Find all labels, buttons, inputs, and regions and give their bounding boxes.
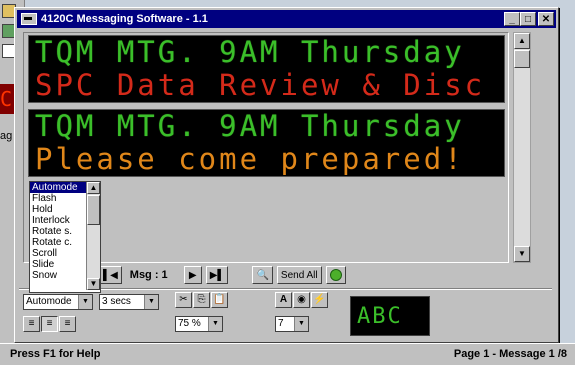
last-message-button[interactable]: ▶▌ [205,266,229,284]
list-scroll-thumb[interactable] [87,195,100,225]
paste-icon[interactable]: 📋 [211,292,228,308]
align-center-button[interactable]: ≡ [41,316,58,332]
mode-select-value: Automode [26,296,72,307]
led-panel-2[interactable]: TQM MTG. 9AM Thursday Please come prepar… [28,109,505,177]
status-help-text: Press F1 for Help [10,348,101,360]
led-preview: ABC [350,296,430,336]
list-scroll-down-icon[interactable]: ▼ [87,278,100,290]
led-panel-1-line-2: SPC Data Review & Disc [35,68,486,102]
scroll-up-icon[interactable]: ▲ [514,33,530,49]
scroll-down-icon[interactable]: ▼ [514,246,530,262]
title-bar[interactable]: 4120C Messaging Software - 1.1 _ □ ✕ [17,10,556,28]
main-window: 4120C Messaging Software - 1.1 _ □ ✕ TQM… [14,7,559,343]
first-message-button[interactable]: ▌◀ [99,266,122,284]
led-panel-2-line-1: TQM MTG. 9AM Thursday [35,109,465,143]
message-navigation: ▌◀ Msg : 1 ▶ ▶▌ 🔍 Send All [99,265,346,285]
led-panel-2-line-2: Please come prepared! [35,142,465,176]
close-button[interactable]: ✕ [538,12,554,26]
message-counter: Msg : 1 [129,269,168,281]
window-controls: _ □ ✕ [504,12,554,26]
send-all-button[interactable]: Send All [276,266,322,284]
desktop-icon-label: ag [0,130,13,142]
minimize-button[interactable]: _ [504,12,520,26]
led-panel-1-line-1: TQM MTG. 9AM Thursday [35,35,465,69]
font-icon[interactable]: A [275,292,292,308]
status-page-info: Page 1 - Message 1 /8 [453,348,567,360]
color-palette-icon[interactable]: ◉ [293,292,310,308]
maximize-button[interactable]: □ [520,12,536,26]
effects-icon[interactable]: ⚡ [311,292,328,308]
time-select[interactable]: 3 secs ▼ [99,294,159,310]
app-icon[interactable] [21,13,37,25]
align-right-button[interactable]: ≡ [59,316,76,332]
mode-select[interactable]: Automode ▼ [23,294,93,310]
next-message-button[interactable]: ▶ [183,266,202,284]
chevron-down-icon[interactable]: ▼ [208,317,222,331]
preview-page-icon[interactable]: 🔍 [252,266,273,284]
mode-dropdown-list[interactable]: Automode Flash Hold Interlock Rotate s. … [29,181,101,293]
font-size-select[interactable]: 7 ▼ [275,316,309,332]
send-status-button[interactable] [325,266,346,284]
led-panel-1[interactable]: TQM MTG. 9AM Thursday SPC Data Review & … [28,35,505,103]
chevron-down-icon[interactable]: ▼ [78,295,92,309]
mode-list-scrollbar[interactable]: ▲ ▼ [86,182,100,290]
chevron-down-icon[interactable]: ▼ [294,317,308,331]
status-light-icon [329,269,342,281]
zoom-select-value: 75 % [178,318,201,329]
time-select-value: 3 secs [102,296,131,307]
scroll-thumb[interactable] [514,50,530,68]
window-title: 4120C Messaging Software - 1.1 [41,13,208,25]
cut-icon[interactable]: ✂ [175,292,192,308]
zoom-select-box[interactable]: 75 % ▼ [175,316,223,332]
status-bar: Press F1 for Help Page 1 - Message 1 /8 [0,343,575,365]
list-scroll-up-icon[interactable]: ▲ [87,182,100,194]
font-size-value: 7 [278,318,284,329]
chevron-down-icon[interactable]: ▼ [144,295,158,309]
vertical-scrollbar[interactable]: ▲ ▼ [513,32,531,263]
copy-icon[interactable]: ⎘ [193,292,210,308]
align-left-button[interactable]: ≡ [23,316,40,332]
